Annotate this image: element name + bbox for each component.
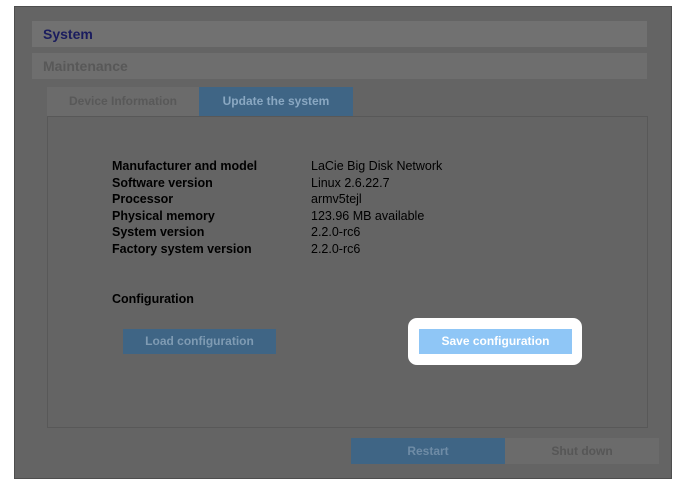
configuration-heading: Configuration xyxy=(112,292,194,306)
info-label: Factory system version xyxy=(112,241,252,256)
info-row-processor: Processor armv5tejl xyxy=(112,191,442,208)
info-value: 2.2.0-rc6 xyxy=(311,225,361,240)
shut-down-button[interactable]: Shut down xyxy=(505,438,659,464)
system-menu-bar[interactable]: System xyxy=(32,21,647,47)
info-value: Linux 2.6.22.7 xyxy=(311,175,390,190)
info-label: Processor xyxy=(112,192,174,207)
info-label: Manufacturer and model xyxy=(112,159,258,173)
save-configuration-button[interactable]: Save configuration xyxy=(419,329,572,354)
info-label: System version xyxy=(112,225,205,240)
info-value: 123.96 MB available xyxy=(311,208,425,223)
device-info-list: Manufacturer and model LaCie Big Disk Ne… xyxy=(112,158,442,258)
restart-button[interactable]: Restart xyxy=(351,438,505,464)
tab-device-information[interactable]: Device Information xyxy=(47,87,199,116)
info-value: 2.2.0-rc6 xyxy=(311,241,361,256)
info-row-physical-memory: Physical memory 123.96 MB available xyxy=(112,208,442,225)
info-value: LaCie Big Disk Network xyxy=(311,159,443,173)
info-row-manufacturer: Manufacturer and model LaCie Big Disk Ne… xyxy=(112,158,442,175)
info-row-factory-version: Factory system version 2.2.0-rc6 xyxy=(112,241,442,258)
tab-update-the-system[interactable]: Update the system xyxy=(199,87,353,116)
info-row-system-version: System version 2.2.0-rc6 xyxy=(112,224,442,241)
info-row-software-version: Software version Linux 2.6.22.7 xyxy=(112,175,442,192)
load-configuration-button[interactable]: Load configuration xyxy=(123,329,276,354)
info-value: armv5tejl xyxy=(311,192,362,207)
info-label: Physical memory xyxy=(112,208,215,223)
maintenance-menu-bar[interactable]: Maintenance xyxy=(32,53,647,79)
info-label: Software version xyxy=(112,175,213,190)
